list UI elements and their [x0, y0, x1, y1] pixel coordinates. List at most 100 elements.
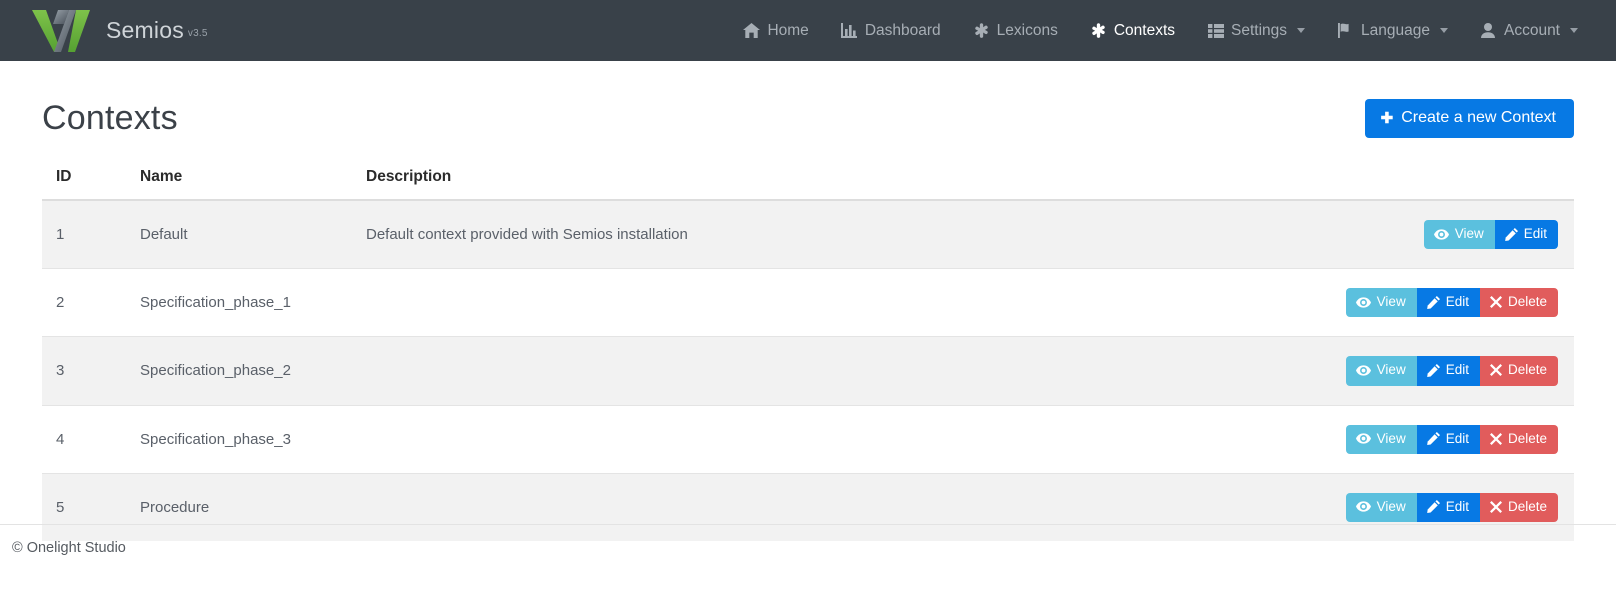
table-header-row: ID Name Description — [42, 168, 1574, 201]
view-button-label: View — [1454, 226, 1484, 241]
main-content: Contexts ✚ Create a new Context ID Name … — [38, 61, 1578, 541]
view-button[interactable]: View — [1345, 492, 1417, 522]
column-header-name: Name — [128, 168, 354, 201]
cell-id: 3 — [42, 336, 128, 406]
create-new-context-button[interactable]: ✚ Create a new Context — [1364, 99, 1574, 138]
view-button-label: View — [1376, 294, 1406, 310]
pencil-icon — [1426, 432, 1440, 446]
nav-item-language[interactable]: Language — [1321, 0, 1464, 61]
delete-button-label: Delete — [1507, 430, 1547, 446]
view-button[interactable]: View — [1423, 220, 1495, 250]
home-icon — [743, 23, 761, 39]
column-header-description: Description — [354, 168, 1074, 201]
table-row[interactable]: 2 Specification_phase_1 View Edit Delete — [42, 268, 1574, 337]
edit-button[interactable]: Edit — [1494, 220, 1558, 250]
edit-button[interactable]: Edit — [1416, 356, 1480, 386]
edit-button-label: Edit — [1445, 294, 1469, 310]
nav-label-account: Account — [1503, 21, 1560, 39]
table-body: 1 Default Default context provided with … — [42, 199, 1574, 541]
cell-actions: View Edit — [1073, 199, 1574, 269]
nav-label-home: Home — [767, 21, 809, 39]
nav-item-home[interactable]: Home — [727, 0, 824, 61]
brand-version: v3.5 — [187, 28, 208, 39]
view-button[interactable]: View — [1345, 356, 1417, 386]
pencil-icon — [1426, 500, 1440, 514]
cell-name: Specification_phase_1 — [128, 268, 354, 337]
view-button-label: View — [1376, 430, 1406, 446]
delete-button[interactable]: Delete — [1479, 288, 1558, 318]
times-icon — [1489, 296, 1502, 309]
times-icon — [1489, 432, 1502, 445]
cell-name: Specification_phase_3 — [128, 404, 354, 474]
pencil-icon — [1504, 227, 1518, 241]
nav-label-dashboard: Dashboard — [864, 21, 941, 39]
page-header: Contexts ✚ Create a new Context — [42, 61, 1574, 146]
cell-id: 4 — [42, 404, 128, 474]
cell-name: Default — [128, 199, 354, 269]
asterisk-icon — [1090, 23, 1107, 39]
table-header: ID Name Description — [42, 168, 1574, 201]
edit-button[interactable]: Edit — [1416, 492, 1480, 522]
cell-description — [354, 336, 1074, 406]
nav-label-lexicons: Lexicons — [996, 21, 1058, 39]
pencil-icon — [1426, 363, 1440, 377]
create-new-context-label: Create a new Context — [1401, 109, 1556, 126]
table-row[interactable]: 1 Default Default context provided with … — [42, 199, 1574, 269]
nav-label-language: Language — [1361, 21, 1430, 39]
view-button-label: View — [1376, 498, 1406, 514]
contexts-table: ID Name Description 1 Default Default co… — [42, 168, 1574, 541]
brand-name-text: Semios — [106, 17, 184, 43]
asterisk-icon — [973, 23, 990, 39]
eye-icon — [1355, 433, 1371, 444]
delete-button[interactable]: Delete — [1479, 492, 1558, 522]
page-title: Contexts — [42, 99, 178, 137]
nav-item-account[interactable]: Account — [1464, 0, 1594, 61]
edit-button[interactable]: Edit — [1416, 424, 1480, 454]
delete-button[interactable]: Delete — [1479, 356, 1558, 386]
cell-actions: View Edit Delete — [1073, 336, 1574, 406]
user-icon — [1480, 23, 1497, 39]
cell-description — [354, 404, 1074, 474]
delete-button-label: Delete — [1507, 294, 1547, 310]
row-action-group: View Edit Delete — [1345, 492, 1558, 522]
page-footer: © Onelight Studio — [0, 524, 1616, 557]
edit-button-label: Edit — [1445, 430, 1469, 446]
edit-button[interactable]: Edit — [1416, 288, 1480, 318]
table-row[interactable]: 3 Specification_phase_2 View Edit Delete — [42, 336, 1574, 406]
edit-button-label: Edit — [1445, 362, 1469, 378]
row-action-group: View Edit Delete — [1345, 356, 1558, 386]
plus-icon: ✚ — [1380, 109, 1394, 127]
eye-icon — [1355, 297, 1371, 308]
row-action-group: View Edit Delete — [1345, 424, 1558, 454]
nav-item-lexicons[interactable]: Lexicons — [957, 0, 1074, 61]
eye-icon — [1355, 501, 1371, 512]
column-header-actions — [1073, 168, 1574, 201]
nav-item-dashboard[interactable]: Dashboard — [825, 0, 957, 61]
table-row[interactable]: 4 Specification_phase_3 View Edit Delete — [42, 404, 1574, 474]
eye-icon — [1433, 228, 1449, 240]
brand-logo-link[interactable]: Semios v3.5 — [28, 7, 208, 55]
cell-actions: View Edit Delete — [1073, 268, 1574, 337]
nav-item-settings[interactable]: Settings — [1191, 0, 1321, 61]
row-action-group: View Edit — [1423, 220, 1558, 250]
view-button[interactable]: View — [1345, 288, 1417, 318]
bar-chart-icon — [841, 23, 858, 39]
view-button[interactable]: View — [1345, 424, 1417, 454]
chevron-down-icon — [1439, 28, 1448, 33]
view-button-label: View — [1376, 362, 1406, 378]
pencil-icon — [1426, 295, 1440, 309]
footer-copyright: © Onelight Studio — [12, 540, 126, 556]
cell-id: 2 — [42, 268, 128, 337]
cell-actions: View Edit Delete — [1073, 404, 1574, 474]
times-icon — [1489, 364, 1502, 377]
row-action-group: View Edit Delete — [1345, 288, 1558, 318]
nav-label-settings: Settings — [1231, 21, 1288, 39]
nav-label-contexts: Contexts — [1113, 21, 1175, 39]
delete-button-label: Delete — [1507, 362, 1547, 378]
cell-name: Specification_phase_2 — [128, 336, 354, 406]
top-navbar: Semios v3.5 Home Dashboard Lexicons Cont… — [0, 0, 1616, 61]
nav-item-contexts[interactable]: Contexts — [1074, 0, 1191, 61]
chevron-down-icon — [1297, 28, 1306, 33]
th-list-icon — [1207, 23, 1224, 39]
delete-button[interactable]: Delete — [1479, 424, 1558, 454]
